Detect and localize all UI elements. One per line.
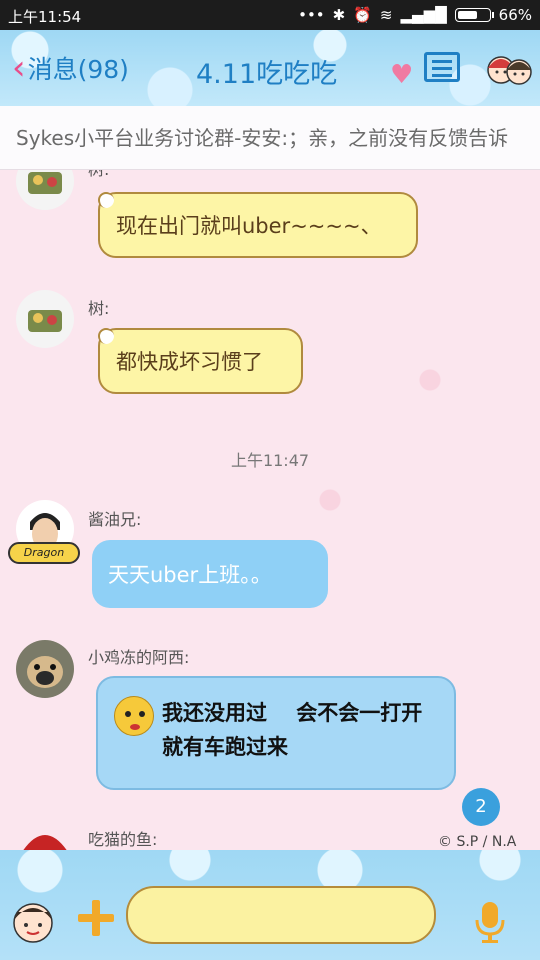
wifi-icon: ≋: [379, 6, 393, 24]
input-bar: [0, 850, 540, 960]
angry-face-icon: [114, 696, 154, 736]
timestamp: 上午11:47: [230, 451, 310, 470]
battery-icon: [454, 8, 494, 22]
message-bubble[interactable]: 天天uber上班。。: [92, 540, 328, 608]
watermark: © S.P / N.A: [438, 834, 517, 850]
sender-name: 树:: [88, 170, 109, 180]
signal-icon: ▂▄▆█: [400, 6, 447, 24]
sender-name: 小鸡冻的阿西:: [88, 648, 190, 667]
chat-area[interactable]: 树: 现在出门就叫uber~~~~、 树: 都快成坏习惯了 上午11:47 Dr…: [0, 170, 540, 850]
status-icons: ••• ✱ ⏰ ≋ ▂▄▆█ 66%: [298, 6, 532, 24]
bluetooth-icon: ✱: [332, 6, 346, 24]
message-bubble[interactable]: 现在出门就叫uber~~~~、: [98, 192, 418, 258]
avatar-badge: Dragon: [8, 542, 80, 564]
avatar-shu[interactable]: [16, 170, 74, 210]
heart-icon: ♥: [390, 60, 414, 90]
emoji-face-icon[interactable]: [10, 898, 56, 944]
sender-name: 树:: [88, 299, 110, 318]
avatar-shu[interactable]: [16, 290, 74, 348]
alarm-icon: ⏰: [353, 6, 372, 24]
status-bar: 上午11:54 ••• ✱ ⏰ ≋ ▂▄▆█ 66%: [0, 0, 540, 30]
message-text: 我还没用过 会不会一打开 就有车跑过来: [162, 701, 430, 759]
chat-title: 4.11吃吃吃: [196, 59, 338, 90]
microphone-icon[interactable]: [474, 900, 506, 944]
dots-icon: •••: [298, 6, 325, 24]
group-profile-icon[interactable]: [484, 46, 536, 90]
chevron-left-icon: ‹: [12, 48, 26, 88]
unread-count-badge[interactable]: 2: [462, 788, 500, 826]
message-bubble[interactable]: 都快成坏习惯了: [98, 328, 303, 394]
back-label: 消息(98): [27, 55, 129, 84]
battery-percent: 66%: [498, 6, 532, 24]
message-bubble[interactable]: 我还没用过 会不会一打开 就有车跑过来: [96, 676, 456, 790]
sender-name: 吃猫的鱼:: [88, 830, 158, 849]
status-time: 上午11:54: [8, 8, 82, 26]
avatar-chimao[interactable]: [16, 822, 74, 850]
notice-banner[interactable]: Sykes小平台业务讨论群-安安:；亲，之前没有反馈告诉: [0, 106, 540, 170]
message-input[interactable]: [126, 886, 436, 944]
plus-button[interactable]: [78, 900, 114, 936]
avatar-axi[interactable]: [16, 640, 74, 698]
sender-name: 酱油兄:: [88, 510, 142, 529]
group-menu-button[interactable]: [424, 52, 460, 82]
title-bar: ‹ 消息(98) 4.11吃吃吃 ♥: [0, 30, 540, 106]
back-button[interactable]: ‹ 消息(98): [12, 50, 129, 86]
